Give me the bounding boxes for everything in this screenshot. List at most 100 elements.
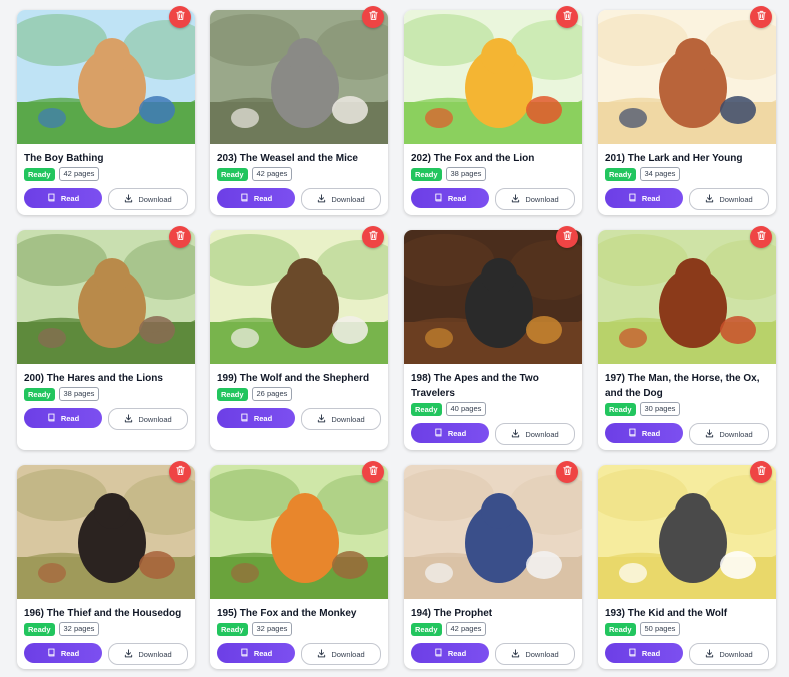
book-icon	[47, 413, 56, 424]
story-illustration	[598, 10, 776, 144]
delete-button[interactable]	[362, 226, 384, 248]
story-cover[interactable]	[404, 230, 582, 364]
read-button-label: Read	[641, 193, 661, 203]
story-title: 198) The Apes and the Two Travelers	[411, 373, 539, 399]
delete-button[interactable]	[556, 6, 578, 28]
story-grid: The Boy Bathing Ready 42 pages Read Down…	[0, 0, 789, 677]
download-button-label: Download	[525, 429, 559, 439]
delete-button[interactable]	[750, 226, 772, 248]
page-count-badge: 26 pages	[251, 387, 293, 401]
download-icon	[511, 648, 520, 660]
download-button[interactable]: Download	[108, 408, 188, 430]
download-button[interactable]: Download	[689, 188, 769, 210]
read-button[interactable]: Read	[605, 188, 683, 208]
delete-button[interactable]	[556, 226, 578, 248]
book-icon	[240, 413, 249, 424]
download-button[interactable]: Download	[495, 188, 575, 210]
trash-icon	[756, 228, 767, 246]
status-badge: Ready	[411, 622, 442, 636]
book-icon	[240, 648, 249, 659]
download-button[interactable]: Download	[108, 188, 188, 210]
story-card[interactable]: 193) The Kid and the Wolf Ready 50 pages…	[598, 465, 776, 669]
download-button[interactable]: Download	[301, 408, 381, 430]
delete-button[interactable]	[750, 461, 772, 483]
delete-button[interactable]	[750, 6, 772, 28]
read-button[interactable]: Read	[605, 423, 683, 443]
story-actions: Read Download	[24, 643, 188, 665]
download-icon	[511, 193, 520, 205]
download-button[interactable]: Download	[495, 643, 575, 665]
download-icon	[124, 648, 133, 660]
read-button-label: Read	[447, 648, 467, 658]
status-badge: Ready	[411, 402, 442, 416]
story-cover[interactable]	[17, 230, 195, 364]
story-card[interactable]: 196) The Thief and the Housedog Ready 32…	[17, 465, 195, 669]
read-button[interactable]: Read	[411, 643, 489, 663]
download-icon	[317, 413, 326, 425]
status-badge: Ready	[411, 167, 442, 181]
story-cover[interactable]	[17, 10, 195, 144]
story-card[interactable]: 195) The Fox and the Monkey Ready 32 pag…	[210, 465, 388, 669]
delete-button[interactable]	[362, 6, 384, 28]
story-card[interactable]: 199) The Wolf and the Shepherd Ready 26 …	[210, 230, 388, 450]
download-button[interactable]: Download	[301, 188, 381, 210]
download-button[interactable]: Download	[689, 643, 769, 665]
story-card[interactable]: 197) The Man, the Horse, the Ox, and the…	[598, 230, 776, 450]
read-button[interactable]: Read	[217, 643, 295, 663]
story-cover[interactable]	[210, 465, 388, 599]
story-cover[interactable]	[210, 10, 388, 144]
story-cover[interactable]	[598, 465, 776, 599]
read-button[interactable]: Read	[24, 188, 102, 208]
delete-button[interactable]	[556, 461, 578, 483]
read-button-label: Read	[60, 413, 80, 423]
story-actions: Read Download	[605, 188, 769, 210]
story-cover[interactable]	[598, 230, 776, 364]
download-button[interactable]: Download	[301, 643, 381, 665]
delete-button[interactable]	[169, 6, 191, 28]
trash-icon	[562, 8, 573, 26]
story-cover[interactable]	[598, 10, 776, 144]
download-button[interactable]: Download	[689, 423, 769, 445]
read-button[interactable]: Read	[217, 408, 295, 428]
story-card[interactable]: 200) The Hares and the Lions Ready 38 pa…	[17, 230, 195, 450]
download-icon	[124, 193, 133, 205]
story-card[interactable]: The Boy Bathing Ready 42 pages Read Down…	[17, 10, 195, 215]
download-button-label: Download	[525, 649, 559, 659]
read-button[interactable]: Read	[411, 188, 489, 208]
download-button-label: Download	[331, 194, 365, 204]
story-meta: Ready 42 pages	[411, 622, 487, 636]
story-illustration	[17, 10, 195, 144]
book-icon	[240, 193, 249, 204]
story-card[interactable]: 198) The Apes and the Two Travelers Read…	[404, 230, 582, 450]
download-icon	[705, 428, 714, 440]
delete-button[interactable]	[362, 461, 384, 483]
story-cover[interactable]	[404, 465, 582, 599]
story-meta: Ready 50 pages	[605, 622, 681, 636]
trash-icon	[368, 8, 379, 26]
story-title: The Boy Bathing	[24, 153, 104, 164]
trash-icon	[175, 8, 186, 26]
story-title: 196) The Thief and the Housedog	[24, 608, 182, 619]
story-meta: Ready 30 pages	[605, 402, 681, 416]
story-cover[interactable]	[17, 465, 195, 599]
story-card[interactable]: 201) The Lark and Her Young Ones Ready 3…	[598, 10, 776, 215]
read-button[interactable]: Read	[217, 188, 295, 208]
delete-button[interactable]	[169, 461, 191, 483]
download-button[interactable]: Download	[108, 643, 188, 665]
read-button[interactable]: Read	[24, 643, 102, 663]
story-card[interactable]: 202) The Fox and the Lion Ready 38 pages…	[404, 10, 582, 215]
status-badge: Ready	[217, 622, 248, 636]
page-count-badge: 42 pages	[58, 167, 100, 181]
story-card[interactable]: 203) The Weasel and the Mice Ready 42 pa…	[210, 10, 388, 215]
story-meta: Ready 40 pages	[411, 402, 487, 416]
read-button[interactable]: Read	[411, 423, 489, 443]
read-button-label: Read	[447, 428, 467, 438]
read-button[interactable]: Read	[24, 408, 102, 428]
page-count-badge: 40 pages	[445, 402, 487, 416]
story-cover[interactable]	[210, 230, 388, 364]
delete-button[interactable]	[169, 226, 191, 248]
story-cover[interactable]	[404, 10, 582, 144]
story-card[interactable]: 194) The Prophet Ready 42 pages Read Dow…	[404, 465, 582, 669]
download-button[interactable]: Download	[495, 423, 575, 445]
read-button[interactable]: Read	[605, 643, 683, 663]
